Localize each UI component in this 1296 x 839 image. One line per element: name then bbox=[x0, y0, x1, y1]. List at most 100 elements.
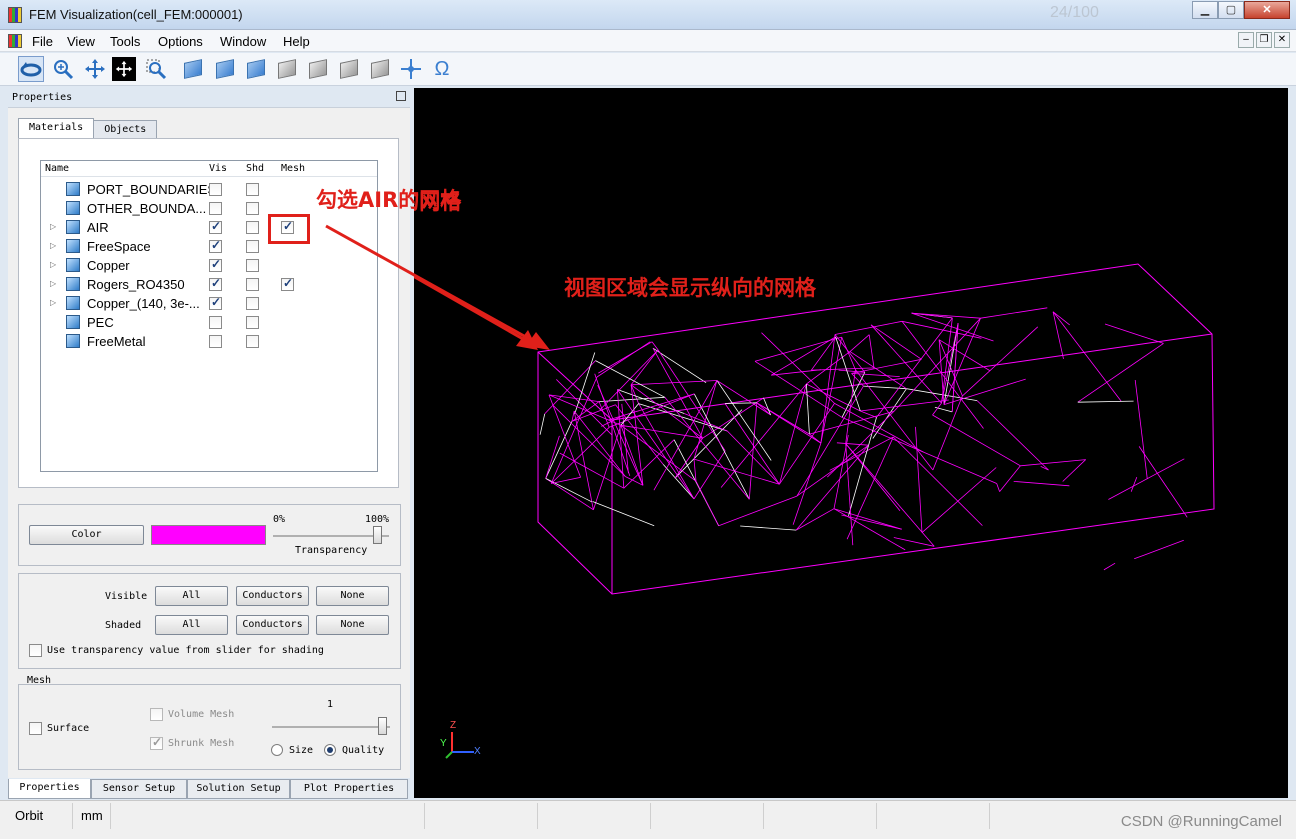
menu-view[interactable]: View bbox=[67, 34, 95, 49]
view-back-icon[interactable] bbox=[212, 56, 238, 82]
view-bottom-icon[interactable] bbox=[274, 56, 300, 82]
window-title: FEM Visualization(cell_FEM:000001) bbox=[29, 7, 243, 22]
color-swatch[interactable] bbox=[151, 525, 266, 545]
material-name: OTHER_BOUNDA... bbox=[87, 201, 207, 216]
shd-checkbox[interactable] bbox=[246, 259, 259, 272]
volume-mesh-checkbox[interactable] bbox=[150, 708, 163, 721]
maximize-button[interactable]: ▢ bbox=[1218, 1, 1244, 19]
shaded-none-button[interactable]: None bbox=[316, 615, 389, 635]
menu-help[interactable]: Help bbox=[283, 34, 310, 49]
use-transparency-label: Use transparency value from slider for s… bbox=[47, 645, 324, 656]
axis-origin-icon[interactable] bbox=[398, 56, 424, 82]
expand-arrow-icon[interactable]: ▷ bbox=[50, 279, 56, 288]
quality-radio[interactable] bbox=[324, 744, 336, 756]
visible-label: Visible bbox=[105, 591, 148, 602]
expand-arrow-icon[interactable]: ▷ bbox=[50, 260, 56, 269]
properties-dock-header: Properties bbox=[8, 88, 410, 108]
mesh-slider-handle[interactable] bbox=[378, 717, 387, 735]
view-left-icon[interactable] bbox=[305, 56, 331, 82]
mesh-slider-track[interactable] bbox=[272, 726, 390, 728]
view-front-icon[interactable] bbox=[180, 56, 206, 82]
shd-checkbox[interactable] bbox=[246, 183, 259, 196]
expand-arrow-icon[interactable]: ▷ bbox=[50, 241, 56, 250]
view-iso-icon[interactable] bbox=[367, 56, 393, 82]
view-right-icon[interactable] bbox=[336, 56, 362, 82]
vis-checkbox[interactable] bbox=[209, 183, 222, 196]
vis-checkbox[interactable] bbox=[209, 238, 222, 253]
material-name: Rogers_RO4350 bbox=[87, 277, 185, 292]
tab-plot-properties[interactable]: Plot Properties bbox=[290, 779, 408, 799]
use-transparency-checkbox[interactable] bbox=[29, 644, 42, 657]
header-mesh: Mesh bbox=[281, 163, 306, 174]
shaded-all-button[interactable]: All bbox=[155, 615, 228, 635]
shaded-conductors-button[interactable]: Conductors bbox=[236, 615, 309, 635]
omega-icon[interactable]: Ω bbox=[429, 56, 455, 82]
tab-sensor-setup[interactable]: Sensor Setup bbox=[91, 779, 187, 799]
pan-icon[interactable] bbox=[82, 56, 108, 82]
dock-float-icon[interactable] bbox=[396, 91, 406, 101]
vis-checkbox[interactable] bbox=[209, 295, 222, 310]
visible-all-button[interactable]: All bbox=[155, 586, 228, 606]
expand-arrow-icon[interactable]: ▷ bbox=[50, 298, 56, 307]
vis-checkbox[interactable] bbox=[209, 202, 222, 215]
annotation-check-air-mesh-label: 勾选AIR的网格 bbox=[316, 188, 462, 212]
size-radio[interactable] bbox=[271, 744, 283, 756]
material-name: Copper_(140, 3e-... bbox=[87, 296, 200, 311]
tab-solution-setup[interactable]: Solution Setup bbox=[187, 779, 290, 799]
title-bar: FEM Visualization(cell_FEM:000001) 24/10… bbox=[0, 0, 1296, 30]
menu-options[interactable]: Options bbox=[158, 34, 203, 49]
shaded-label: Shaded bbox=[105, 620, 142, 631]
vis-checkbox[interactable] bbox=[209, 335, 222, 348]
shd-checkbox[interactable] bbox=[246, 335, 259, 348]
move-icon[interactable] bbox=[112, 57, 136, 81]
mdi-restore-button[interactable]: ❐ bbox=[1256, 32, 1272, 48]
mdi-minimize-button[interactable]: – bbox=[1238, 32, 1254, 48]
visible-conductors-button[interactable]: Conductors bbox=[236, 586, 309, 606]
vis-checkbox[interactable] bbox=[209, 257, 222, 272]
orbit-icon[interactable] bbox=[18, 56, 44, 82]
vis-checkbox[interactable] bbox=[209, 219, 222, 234]
shd-checkbox[interactable] bbox=[246, 297, 259, 310]
menu-tools[interactable]: Tools bbox=[110, 34, 140, 49]
shrunk-mesh-label: Shrunk Mesh bbox=[168, 738, 235, 749]
surface-checkbox[interactable] bbox=[29, 722, 42, 735]
shd-checkbox[interactable] bbox=[246, 316, 259, 329]
header-shd: Shd bbox=[246, 163, 265, 174]
transparency-slider-handle[interactable] bbox=[373, 526, 383, 544]
document-icon bbox=[8, 34, 22, 48]
material-icon bbox=[66, 315, 80, 329]
annotation-arrow-shaft bbox=[325, 224, 550, 350]
material-icon bbox=[66, 220, 80, 234]
menu-window[interactable]: Window bbox=[220, 34, 266, 49]
vis-checkbox[interactable] bbox=[209, 316, 222, 329]
mdi-close-button[interactable]: ✕ bbox=[1274, 32, 1290, 48]
surface-label: Surface bbox=[47, 723, 90, 734]
transparency-slider-track[interactable] bbox=[273, 535, 389, 537]
shrunk-mesh-checkbox[interactable] bbox=[150, 735, 163, 750]
expand-arrow-icon[interactable]: ▷ bbox=[50, 222, 56, 231]
tab-materials[interactable]: Materials bbox=[18, 118, 95, 138]
shd-checkbox[interactable] bbox=[246, 240, 259, 253]
visible-none-button[interactable]: None bbox=[316, 586, 389, 606]
menu-file[interactable]: File bbox=[32, 34, 53, 49]
material-icon bbox=[66, 277, 80, 291]
minimize-button[interactable]: ▁ bbox=[1192, 1, 1218, 19]
zoom-box-icon[interactable] bbox=[143, 56, 169, 82]
shd-checkbox[interactable] bbox=[246, 221, 259, 234]
vis-checkbox[interactable] bbox=[209, 276, 222, 291]
shd-checkbox[interactable] bbox=[246, 202, 259, 215]
tab-properties[interactable]: Properties bbox=[8, 779, 91, 799]
status-bar: Orbit mm CSDN @RunningCamel bbox=[0, 800, 1296, 839]
color-button[interactable]: Color bbox=[29, 525, 144, 545]
tab-objects[interactable]: Objects bbox=[93, 120, 158, 140]
mesh-checkbox[interactable] bbox=[281, 276, 294, 291]
annotation-arrow bbox=[414, 274, 538, 350]
view-top-icon[interactable] bbox=[243, 56, 269, 82]
properties-title: Properties bbox=[12, 92, 73, 103]
zoom-icon[interactable] bbox=[50, 56, 76, 82]
shd-checkbox[interactable] bbox=[246, 278, 259, 291]
status-units: mm bbox=[81, 808, 103, 823]
close-button[interactable]: ✕ bbox=[1244, 1, 1290, 19]
quality-label: Quality bbox=[342, 745, 385, 756]
3d-viewport[interactable]: 勾选AIR的网格 视图区域会显示纵向的网格 Z Y X bbox=[414, 88, 1288, 798]
